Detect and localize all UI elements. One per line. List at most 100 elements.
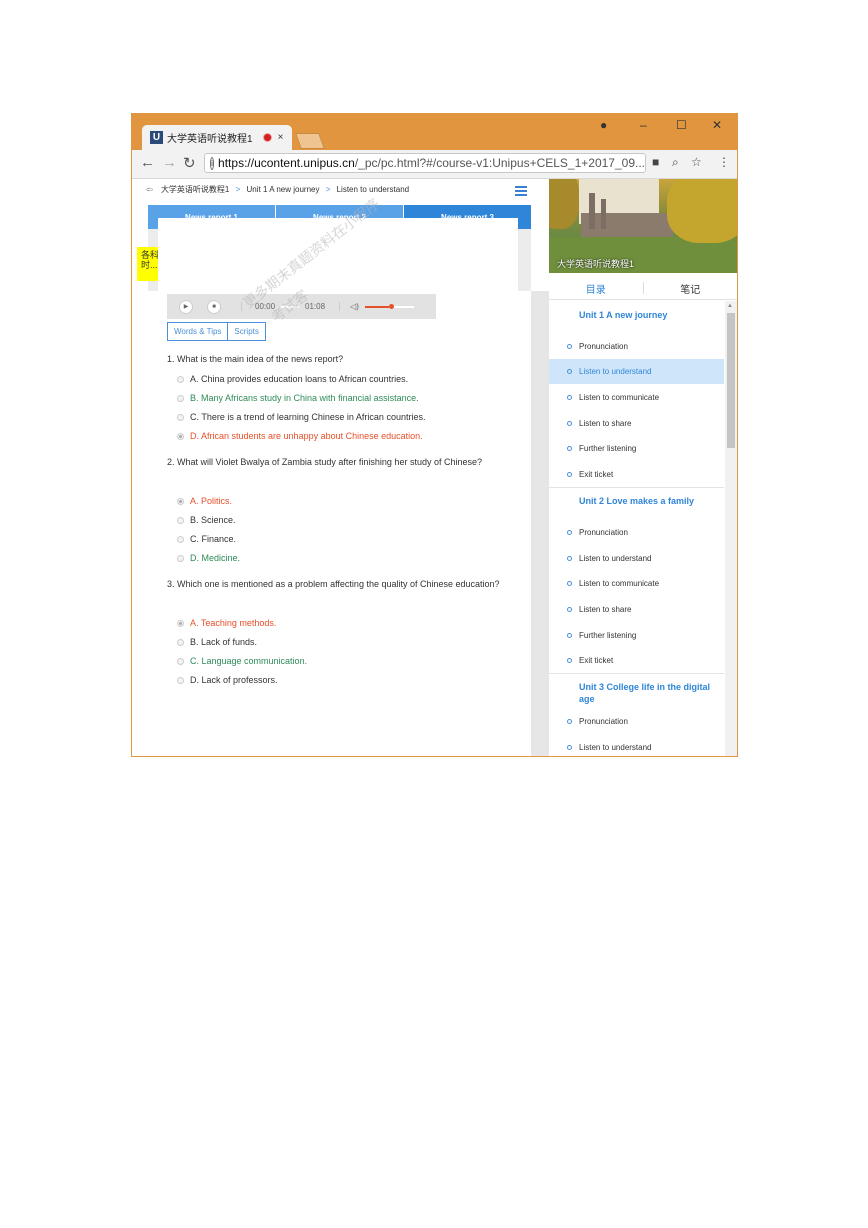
sidebar-item-listen-to-communicate[interactable]: Listen to communicate: [549, 571, 724, 596]
zoom-icon[interactable]: ⌕: [672, 155, 679, 170]
question-2: 2. What will Violet Bwalya of Zambia stu…: [167, 457, 482, 467]
q2-option-b[interactable]: B. Science.: [177, 515, 236, 525]
breadcrumb-unit[interactable]: Unit 1 A new journey: [247, 185, 320, 194]
sidebar-item-listen-to-communicate[interactable]: Listen to communicate: [549, 385, 724, 410]
question-1: 1. What is the main idea of the news rep…: [167, 354, 344, 364]
option-label: A. Teaching methods.: [190, 618, 277, 628]
paper-scroll-track[interactable]: [531, 291, 549, 756]
circle-icon: [567, 719, 572, 724]
q2-option-c[interactable]: C. Finance.: [177, 534, 236, 544]
circle-icon: [567, 395, 572, 400]
bookmark-star-icon[interactable]: ☆: [691, 155, 702, 169]
q1-option-a[interactable]: A. China provides education loans to Afr…: [177, 374, 408, 384]
table-of-contents: Unit 1 A new journey Pronunciation Liste…: [549, 301, 724, 756]
circle-icon: [567, 530, 572, 535]
stop-icon[interactable]: ■: [207, 299, 221, 314]
radio-button[interactable]: [177, 638, 184, 646]
scrollbar-thumb[interactable]: [727, 313, 735, 448]
banner-title: 大学英语听说教程1: [557, 259, 635, 269]
sidebar-tabs: 目录 笔记: [549, 277, 737, 300]
circle-icon: [567, 446, 572, 451]
q3-option-c[interactable]: C. Language communication.: [177, 656, 307, 666]
sidebar-item-listen-to-understand[interactable]: Listen to understand: [549, 735, 724, 756]
radio-button[interactable]: [177, 657, 184, 665]
scroll-up-icon[interactable]: ▲: [727, 303, 733, 309]
forward-arrow-icon[interactable]: →: [162, 154, 177, 171]
url-bar[interactable]: i https://ucontent.unipus.cn /_pc/pc.htm…: [204, 153, 646, 173]
scripts-button[interactable]: Scripts: [228, 322, 266, 341]
radio-button[interactable]: [177, 676, 184, 684]
sidebar-item-label: Exit ticket: [579, 656, 614, 665]
sidebar-item-listen-to-share[interactable]: Listen to share: [549, 411, 724, 436]
sidebar-item-listen-to-understand[interactable]: Listen to understand: [549, 359, 724, 384]
circle-icon: [567, 472, 572, 477]
radio-button-selected[interactable]: [177, 619, 184, 627]
reload-icon[interactable]: ↻: [183, 154, 196, 172]
radio-button[interactable]: [177, 554, 184, 562]
account-icon[interactable]: ●: [600, 118, 607, 132]
sidebar-item-listen-to-share[interactable]: Listen to share: [549, 597, 724, 622]
site-info-icon[interactable]: i: [210, 156, 215, 170]
q1-option-b[interactable]: B. Many Africans study in China with fin…: [177, 393, 419, 403]
sidebar-item-further-listening[interactable]: Further listening: [549, 623, 724, 648]
breadcrumb-course[interactable]: 大学英语听说教程1: [161, 185, 229, 194]
back-arrow-icon[interactable]: ←: [140, 154, 155, 171]
new-tab-button[interactable]: [295, 133, 325, 149]
maximize-button[interactable]: ☐: [676, 118, 687, 132]
volume-slider[interactable]: [364, 304, 414, 309]
option-label: A. Politics.: [190, 496, 233, 506]
sidebar-item-label: Pronunciation: [579, 528, 628, 537]
sidebar-item-listen-to-understand[interactable]: Listen to understand: [549, 546, 724, 571]
hamburger-menu-icon[interactable]: [515, 186, 527, 198]
divider: [549, 673, 724, 674]
close-window-button[interactable]: ✕: [712, 118, 722, 132]
circle-icon: [567, 745, 572, 750]
circle-icon: [567, 556, 572, 561]
radio-button[interactable]: [177, 535, 184, 543]
tab-close-icon[interactable]: ×: [278, 132, 284, 143]
q3-option-d[interactable]: D. Lack of professors.: [177, 675, 278, 685]
radio-button[interactable]: [177, 413, 184, 421]
circle-icon: [567, 421, 572, 426]
tab-notes[interactable]: 笔记: [642, 282, 738, 296]
back-icon[interactable]: ⇦: [146, 185, 153, 194]
q1-option-d[interactable]: D. African students are unhappy about Ch…: [177, 431, 423, 441]
radio-button-selected[interactable]: [177, 497, 184, 505]
unit-1-title[interactable]: Unit 1 A new journey: [579, 309, 719, 321]
minimize-button[interactable]: –: [640, 118, 647, 132]
sidebar-scrollbar[interactable]: ▲: [725, 301, 737, 756]
q3-option-b[interactable]: B. Lack of funds.: [177, 637, 257, 647]
tab-contents[interactable]: 目录: [549, 277, 643, 299]
words-tips-button[interactable]: Words & Tips: [167, 322, 229, 341]
sidebar-item-pronunciation[interactable]: Pronunciation: [549, 520, 724, 545]
radio-button[interactable]: [177, 516, 184, 524]
menu-dots-icon[interactable]: ⋮: [718, 155, 730, 169]
radio-button-selected[interactable]: [177, 432, 184, 440]
recording-icon: [262, 133, 272, 142]
browser-tab[interactable]: U 大学英语听说教程1 ×: [142, 125, 292, 150]
sidebar-item-further-listening[interactable]: Further listening: [549, 436, 724, 461]
q2-option-a[interactable]: A. Politics.: [177, 496, 232, 506]
page-content: ⇦ 大学英语听说教程1 > Unit 1 A new journey > Lis…: [132, 179, 737, 756]
q2-option-d[interactable]: D. Medicine.: [177, 553, 240, 563]
sidebar-item-exit-ticket[interactable]: Exit ticket: [549, 648, 724, 673]
radio-button[interactable]: [177, 394, 184, 402]
q3-option-a[interactable]: A. Teaching methods.: [177, 618, 276, 628]
sidebar-item-label: Pronunciation: [579, 717, 628, 726]
option-label: C. There is a trend of learning Chinese …: [190, 412, 426, 422]
play-icon[interactable]: ▶: [179, 299, 193, 314]
unit-2-title[interactable]: Unit 2 Love makes a family: [579, 495, 719, 507]
aux-buttons: Words & Tips Scripts: [167, 322, 266, 341]
speaker-icon[interactable]: ◁): [339, 302, 359, 311]
radio-button[interactable]: [177, 375, 184, 383]
sidebar-item-pronunciation[interactable]: Pronunciation: [549, 709, 724, 734]
unit-3-title[interactable]: Unit 3 College life in the digital age: [579, 681, 719, 705]
sidebar-item-label: Listen to share: [579, 419, 632, 428]
sidebar-item-exit-ticket[interactable]: Exit ticket: [549, 462, 724, 487]
chevron-right-icon: >: [235, 185, 241, 194]
question-3: 3. Which one is mentioned as a problem a…: [167, 579, 500, 589]
sidebar-item-pronunciation[interactable]: Pronunciation: [549, 334, 724, 359]
q1-option-c[interactable]: C. There is a trend of learning Chinese …: [177, 412, 425, 422]
camera-icon[interactable]: ■: [652, 155, 659, 169]
option-label: D. Medicine.: [190, 553, 241, 563]
